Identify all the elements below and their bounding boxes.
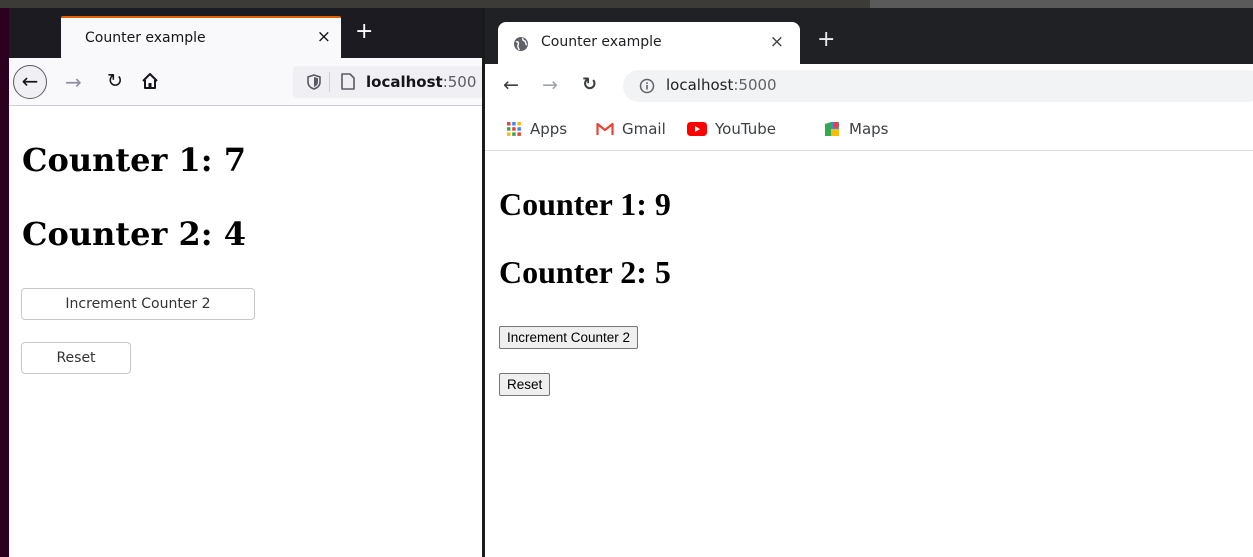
reset-button[interactable]: Reset — [21, 342, 131, 374]
firefox-window: Counter example × + ← → ↻ localhost:500 … — [9, 8, 489, 557]
bookmark-label: Apps — [530, 120, 568, 138]
bookmarks-bar: Apps Gmail YouTube Maps — [485, 108, 1253, 151]
youtube-icon — [687, 122, 707, 136]
chrome-url-text[interactable]: localhost:5000 — [666, 76, 777, 94]
chrome-tab-bar: Counter example × + — [485, 8, 1253, 64]
home-icon[interactable] — [141, 72, 159, 94]
new-tab-button[interactable]: + — [817, 29, 835, 51]
firefox-url-bar[interactable]: localhost:500 — [293, 66, 489, 98]
url-port: :5000 — [733, 76, 777, 94]
url-port: :500 — [442, 73, 477, 91]
bookmark-maps[interactable]: Maps — [823, 118, 888, 140]
url-host: localhost — [366, 73, 443, 91]
counter-1-heading: Counter 1: 7 — [22, 141, 246, 179]
firefox-tab-title: Counter example — [85, 30, 206, 46]
counter-2-heading: Counter 2: 4 — [22, 215, 246, 253]
page-icon[interactable] — [341, 73, 355, 94]
firefox-tab-bar: Counter example × + — [9, 8, 489, 58]
reset-button[interactable]: Reset — [499, 373, 551, 396]
maps-icon — [825, 122, 839, 136]
back-arrow-icon[interactable]: ← — [13, 65, 47, 99]
increment-counter-2-button[interactable]: Increment Counter 2 — [21, 288, 255, 320]
firefox-tab-counter-example[interactable]: Counter example × — [61, 16, 341, 58]
site-info-icon[interactable] — [639, 78, 655, 98]
tracking-shield-icon[interactable] — [307, 74, 321, 94]
bookmark-apps[interactable]: Apps — [506, 118, 567, 140]
reload-icon[interactable]: ↻ — [582, 74, 597, 95]
gmail-icon — [596, 122, 614, 135]
chrome-omnibox[interactable]: localhost:5000 — [623, 70, 1253, 102]
close-tab-icon[interactable]: × — [770, 32, 784, 52]
url-host: localhost — [666, 76, 734, 94]
chrome-tab-counter-example[interactable]: Counter example × — [498, 22, 800, 64]
increment-counter-2-button[interactable]: Increment Counter 2 — [499, 326, 639, 349]
chrome-page-content: Counter 1: 9 Counter 2: 5 Increment Coun… — [485, 152, 1253, 557]
firefox-nav-bar: ← → ↻ localhost:500 — [9, 58, 489, 106]
desktop-left-edge — [0, 8, 9, 557]
back-arrow-icon[interactable]: ← — [503, 74, 519, 96]
url-bar-separator — [329, 72, 330, 92]
close-tab-icon[interactable]: × — [317, 27, 331, 47]
globe-icon — [513, 36, 529, 56]
bookmark-label: Maps — [849, 120, 889, 138]
firefox-url-text[interactable]: localhost:500 — [366, 73, 476, 91]
bookmark-label: Gmail — [622, 120, 666, 138]
forward-arrow-icon[interactable]: → — [65, 70, 82, 94]
firefox-page-content: Counter 1: 7 Counter 2: 4 Increment Coun… — [9, 107, 489, 557]
bookmark-youtube[interactable]: YouTube — [687, 118, 776, 140]
counter-2-heading: Counter 2: 5 — [499, 254, 671, 290]
apps-grid-icon — [507, 122, 521, 136]
new-tab-button[interactable]: + — [355, 21, 373, 43]
chrome-window: Counter example × + ← → ↻ localhost:5000… — [482, 8, 1253, 557]
bookmark-gmail[interactable]: Gmail — [596, 118, 666, 140]
forward-arrow-icon[interactable]: → — [542, 74, 558, 96]
counter-1-heading: Counter 1: 9 — [499, 186, 671, 222]
reload-icon[interactable]: ↻ — [107, 70, 123, 92]
bookmark-label: YouTube — [715, 120, 776, 138]
chrome-nav-bar: ← → ↻ localhost:5000 — [485, 64, 1253, 108]
chrome-tab-title: Counter example — [541, 34, 662, 50]
